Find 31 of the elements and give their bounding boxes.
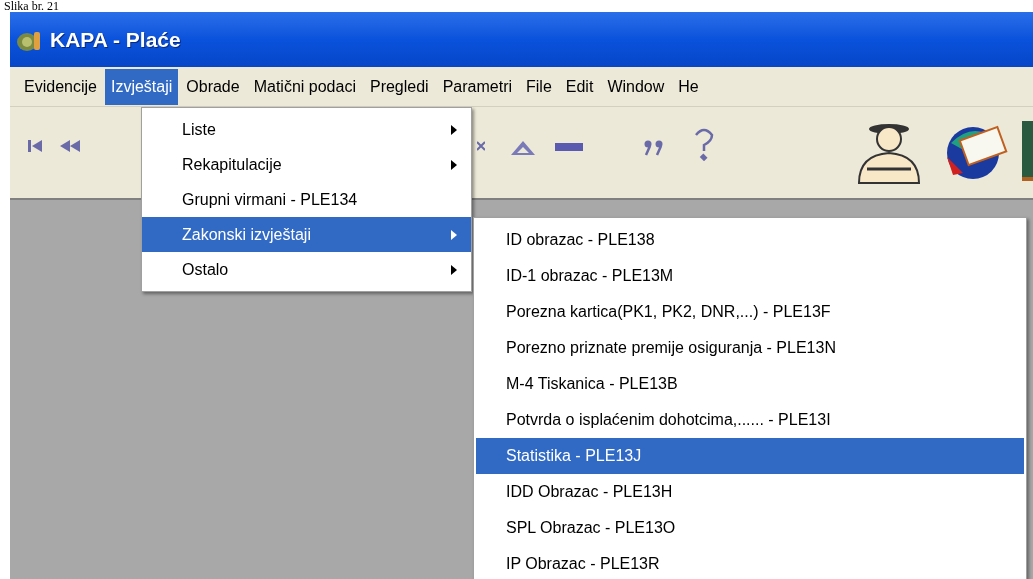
- submenu-item[interactable]: Statistika - PLE13J: [476, 438, 1024, 474]
- menu-bar-item[interactable]: Parametri: [436, 68, 518, 105]
- menu-bar-item[interactable]: He: [672, 68, 705, 105]
- submenu-item[interactable]: IDD Obrazac - PLE13H: [476, 474, 1024, 510]
- submenu-item[interactable]: ID obrazac - PLE138: [476, 222, 1024, 258]
- menu-bar-item[interactable]: Obrade: [180, 68, 246, 105]
- menu-bar-item[interactable]: File: [520, 68, 558, 105]
- menu-bar-item[interactable]: Window: [601, 68, 671, 105]
- submenu-item[interactable]: Porezno priznate premije osiguranja - PLE13N: [476, 330, 1024, 366]
- triangle-icon[interactable]: [510, 140, 536, 156]
- first-record-icon[interactable]: [28, 140, 44, 152]
- menu-item[interactable]: Ostalo: [142, 252, 471, 287]
- help-icon[interactable]: [693, 127, 715, 161]
- submenu-item[interactable]: Porezna kartica(PK1, PK2, DNR,...) - PLE13F: [476, 294, 1024, 330]
- window-title: KAPA - Plaće: [50, 26, 181, 53]
- menu-item[interactable]: Grupni virmani - PLE134: [142, 182, 471, 217]
- submenu-item[interactable]: SPL Obrazac - PLE13O: [476, 510, 1024, 546]
- menu-bar-item[interactable]: Edit: [559, 68, 600, 105]
- menu-item[interactable]: Zakonski izvještaji: [142, 217, 471, 252]
- menu-bar-item[interactable]: Matični podaci: [247, 68, 362, 105]
- submenu-item[interactable]: ID-1 obrazac - PLE13M: [476, 258, 1024, 294]
- menu-item[interactable]: Rekapitulacije: [142, 147, 471, 182]
- previous-page-icon[interactable]: [60, 140, 80, 152]
- menu-bar-item[interactable]: Pregledi: [363, 68, 435, 105]
- menu-bar-item[interactable]: Evidencije: [18, 68, 103, 105]
- submenu-item[interactable]: IP Obrazac - PLE13R: [476, 546, 1024, 579]
- menu-item[interactable]: Liste: [142, 112, 471, 147]
- submenu-item[interactable]: M-4 Tiskanica - PLE13B: [476, 366, 1024, 402]
- submenu-item[interactable]: Potvrda o isplaćenim dohotcima,...... - PLE13I: [476, 402, 1024, 438]
- menu-bar-item[interactable]: Izvještaji: [104, 68, 179, 105]
- figure-caption: Slika br. 21: [4, 0, 60, 12]
